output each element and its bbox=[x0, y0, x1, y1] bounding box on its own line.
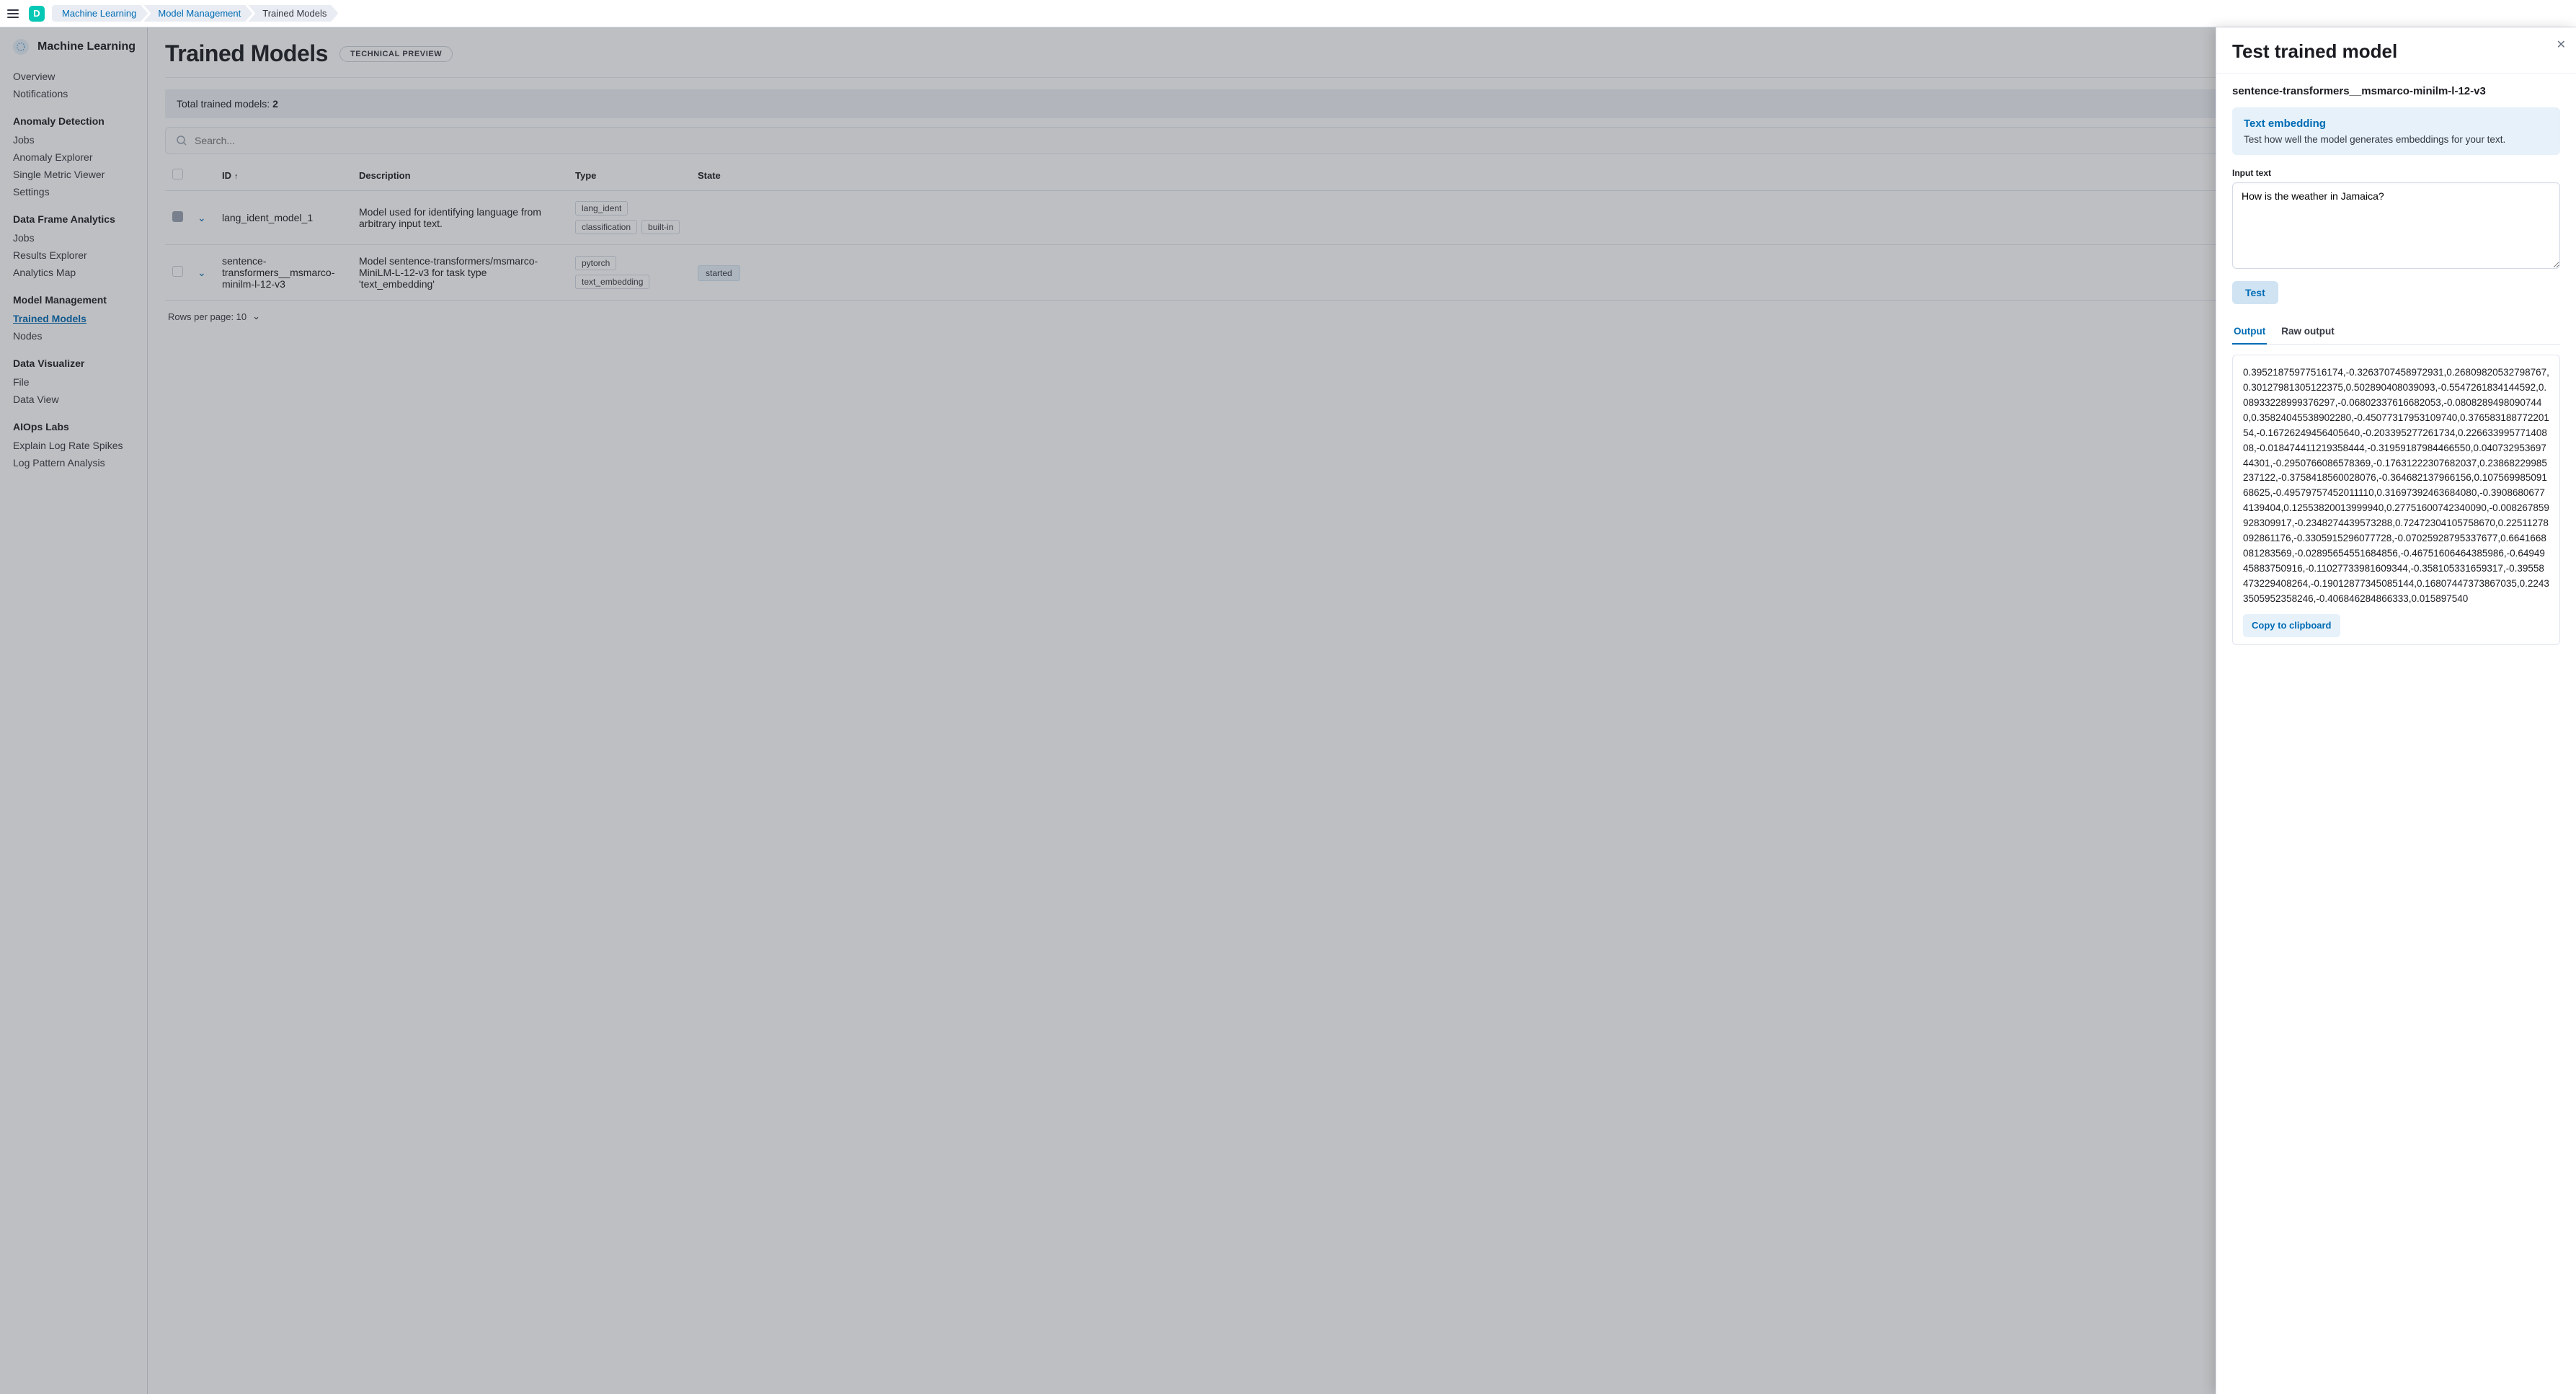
tab-raw-output[interactable]: Raw output bbox=[2280, 320, 2336, 344]
flyout-model-name: sentence-transformers__msmarco-minilm-l-… bbox=[2232, 85, 2560, 97]
breadcrumb-item-current: Trained Models bbox=[248, 5, 338, 22]
space-avatar[interactable]: D bbox=[29, 6, 45, 22]
input-text-label: Input text bbox=[2232, 168, 2560, 178]
overlay-scrim[interactable] bbox=[0, 27, 2576, 1394]
breadcrumb: Machine Learning Model Management Traine… bbox=[52, 5, 338, 22]
close-icon[interactable]: ✕ bbox=[2557, 37, 2566, 52]
info-panel: Text embedding Test how well the model g… bbox=[2232, 107, 2560, 155]
top-bar: D Machine Learning Model Management Trai… bbox=[0, 0, 2576, 27]
menu-icon[interactable] bbox=[7, 6, 22, 21]
copy-to-clipboard-button[interactable]: Copy to clipboard bbox=[2243, 614, 2340, 637]
test-model-flyout: Test trained model ✕ sentence-transforme… bbox=[2216, 27, 2576, 1394]
input-text-field[interactable] bbox=[2232, 182, 2560, 269]
breadcrumb-item[interactable]: Model Management bbox=[143, 5, 252, 22]
info-panel-title: Text embedding bbox=[2244, 117, 2549, 130]
flyout-title: Test trained model bbox=[2232, 40, 2560, 63]
output-tabs: Output Raw output bbox=[2232, 320, 2560, 345]
test-button[interactable]: Test bbox=[2232, 281, 2278, 304]
tab-output[interactable]: Output bbox=[2232, 320, 2267, 344]
output-box: 0.39521875977516174,-0.3263707458972931,… bbox=[2232, 355, 2560, 645]
info-panel-text: Test how well the model generates embedd… bbox=[2244, 134, 2549, 145]
breadcrumb-item[interactable]: Machine Learning bbox=[52, 5, 148, 22]
output-text: 0.39521875977516174,-0.3263707458972931,… bbox=[2243, 365, 2549, 607]
